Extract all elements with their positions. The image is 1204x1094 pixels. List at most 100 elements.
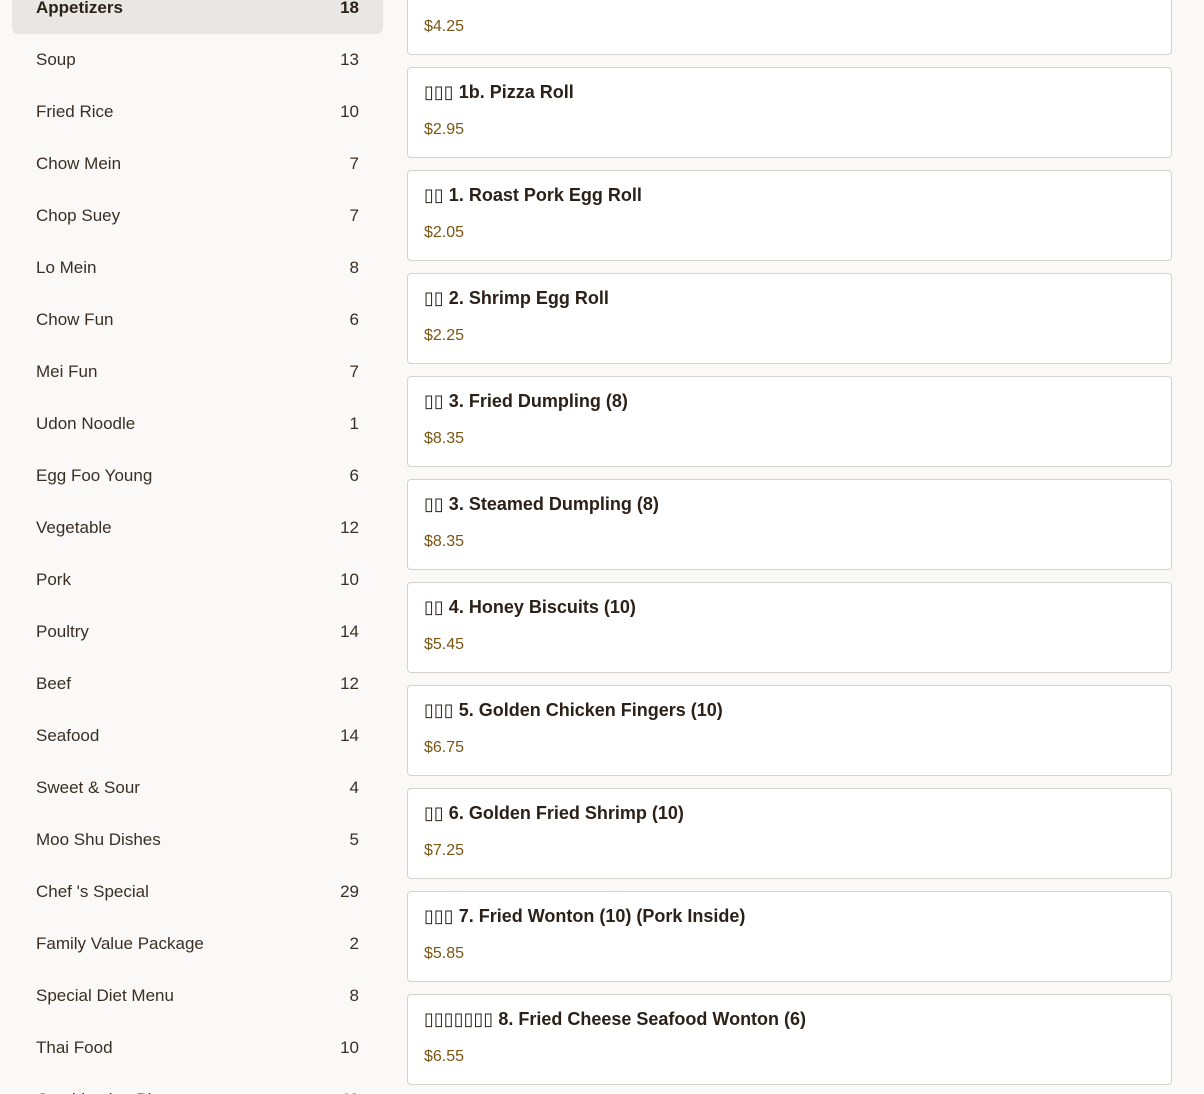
menu-item-price: $5.85 — [424, 945, 465, 962]
category-count: 18 — [340, 0, 359, 17]
menu-item-price: $7.25 — [424, 842, 465, 859]
category-name: Moo Shu Dishes — [36, 830, 161, 849]
category-name: Combination Plate — [36, 1090, 175, 1094]
menu-item-card[interactable]: ▯▯ 3. Steamed Dumpling (8) $8.35 — [407, 479, 1172, 570]
category-count: 10 — [340, 570, 359, 589]
category-count: 7 — [349, 362, 359, 381]
category-count: 5 — [349, 830, 359, 849]
category-name: Udon Noodle — [36, 414, 136, 433]
category-count: 7 — [349, 154, 359, 173]
sidebar-category-item[interactable]: Seafood 14 — [12, 710, 383, 762]
category-name: Poultry — [36, 622, 89, 641]
menu-item-card[interactable]: ▯▯ 2. Shrimp Egg Roll $2.25 — [407, 273, 1172, 364]
menu-item-price: $8.35 — [424, 430, 465, 447]
menu-page: Appetizers 18 Soup 13 Fried Rice 10 Chow Mein 7… — [0, 0, 1204, 1094]
category-count: 42 — [340, 1090, 359, 1094]
category-name: Lo Mein — [36, 258, 97, 277]
menu-item-name: ▯▯▯ 5. Golden Chicken Fingers (10) — [424, 700, 723, 720]
sidebar-category-item[interactable]: Appetizers 18 — [12, 0, 383, 34]
menu-item-card[interactable]: ▯▯▯ 7. Fried Wonton (10) (Pork Inside) $5… — [407, 891, 1172, 982]
sidebar-category-item[interactable]: Egg Foo Young 6 — [12, 450, 383, 502]
menu-item-name: ▯▯ 3. Fried Dumpling (8) — [424, 391, 628, 411]
sidebar-category-item[interactable]: Fried Rice 10 — [12, 86, 383, 138]
menu-item-price: $4.25 — [424, 18, 465, 35]
category-name: Mei Fun — [36, 362, 98, 381]
category-name: Special Diet Menu — [36, 986, 174, 1005]
menu-item-price: $6.55 — [424, 1048, 465, 1065]
category-name: Appetizers — [36, 0, 123, 17]
menu-item-price: $2.05 — [424, 224, 465, 241]
menu-item-name: ▯▯ 3. Steamed Dumpling (8) — [424, 494, 659, 514]
menu-item-card[interactable]: ▯▯ 3. Fried Dumpling (8) $8.35 — [407, 376, 1172, 467]
menu-item-name: ▯▯ 1. Roast Pork Egg Roll — [424, 185, 642, 205]
category-name: Pork — [36, 570, 71, 589]
menu-item-name: ▯▯ 6. Golden Fried Shrimp (10) — [424, 803, 684, 823]
menu-item-name: ▯▯ 2. Shrimp Egg Roll — [424, 288, 609, 308]
sidebar-category-item[interactable]: Thai Food 10 — [12, 1022, 383, 1074]
category-count: 2 — [349, 934, 359, 953]
category-name: Chef 's Special — [36, 882, 149, 901]
category-count: 29 — [340, 882, 359, 901]
sidebar-category-item[interactable]: Vegetable 12 — [12, 502, 383, 554]
category-count: 10 — [340, 102, 359, 121]
menu-item-card[interactable]: ▯▯ 4. Honey Biscuits (10) $5.45 — [407, 582, 1172, 673]
category-name: Sweet & Sour — [36, 778, 140, 797]
category-name: Egg Foo Young — [36, 466, 153, 485]
category-count: 8 — [349, 258, 359, 277]
category-count: 7 — [349, 206, 359, 225]
menu-item-card[interactable]: ▯▯ 6. Golden Fried Shrimp (10) $7.25 — [407, 788, 1172, 879]
sidebar-category-item[interactable]: Lo Mein 8 — [12, 242, 383, 294]
menu-item-name: ▯▯▯ 7. Fried Wonton (10) (Pork Inside) — [424, 906, 746, 926]
menu-item-price: $6.75 — [424, 739, 465, 756]
sidebar-category-item[interactable]: Family Value Package 2 — [12, 918, 383, 970]
menu-item-name: ▯▯▯ 1b. Pizza Roll — [424, 82, 574, 102]
category-name: Chow Mein — [36, 154, 122, 173]
category-name: Thai Food — [36, 1038, 113, 1057]
menu-item-price: $8.35 — [424, 533, 465, 550]
category-count: 6 — [349, 466, 359, 485]
menu-item-card[interactable]: ▯▯ 1. Roast Pork Egg Roll $2.05 — [407, 170, 1172, 261]
category-count: 13 — [340, 50, 359, 69]
menu-item-card[interactable]: ▯▯▯ 5. Golden Chicken Fingers (10) $6.75 — [407, 685, 1172, 776]
sidebar-category-item[interactable]: Poultry 14 — [12, 606, 383, 658]
category-count: 1 — [349, 414, 359, 433]
category-count: 8 — [349, 986, 359, 1005]
category-name: Beef — [36, 674, 71, 693]
sidebar-category-item[interactable]: Combination Plate 42 — [12, 1074, 383, 1094]
sidebar-category-item[interactable]: Soup 13 — [12, 34, 383, 86]
category-count: 10 — [340, 1038, 359, 1057]
category-name: Soup — [36, 50, 76, 69]
category-name: Vegetable — [36, 518, 112, 537]
menu-item-price: $2.95 — [424, 121, 465, 138]
category-count: 12 — [340, 518, 359, 537]
menu-item-card[interactable]: ▯▯▯ 1b. Pizza Roll $2.95 — [407, 67, 1172, 158]
sidebar-category-item[interactable]: Sweet & Sour 4 — [12, 762, 383, 814]
category-count: 6 — [349, 310, 359, 329]
category-count: 14 — [340, 726, 359, 745]
sidebar-category-item[interactable]: Chef 's Special 29 — [12, 866, 383, 918]
menu-item-card[interactable]: ▯▯▯ 1a. Spring Roll (2)$4.25 — [407, 0, 1172, 55]
menu-item-name: ▯▯▯▯▯▯▯ 8. Fried Cheese Seafood Wonton (… — [424, 1009, 807, 1029]
menu-item-price: $2.25 — [424, 327, 465, 344]
category-count: 12 — [340, 674, 359, 693]
category-name: Fried Rice — [36, 102, 114, 121]
category-name: Family Value Package — [36, 934, 204, 953]
menu-item-name: ▯▯ 4. Honey Biscuits (10) — [424, 597, 636, 617]
category-name: Chow Fun — [36, 310, 114, 329]
sidebar-category-item[interactable]: Chow Mein 7 — [12, 138, 383, 190]
menu-item-list: ▯▯▯ 1a. Spring Roll (2)$4.25 ▯▯▯ 1b. Pizz… — [407, 0, 1172, 1094]
category-count: 14 — [340, 622, 359, 641]
sidebar-category-item[interactable]: Udon Noodle 1 — [12, 398, 383, 450]
category-name: Seafood — [36, 726, 100, 745]
sidebar-category-item[interactable]: Beef 12 — [12, 658, 383, 710]
sidebar-category-item[interactable]: Pork 10 — [12, 554, 383, 606]
sidebar-category-item[interactable]: Chop Suey 7 — [12, 190, 383, 242]
category-name: Chop Suey — [36, 206, 121, 225]
sidebar-category-item[interactable]: Moo Shu Dishes 5 — [12, 814, 383, 866]
sidebar-category-item[interactable]: Special Diet Menu 8 — [12, 970, 383, 1022]
category-count: 4 — [349, 778, 359, 797]
menu-item-card[interactable]: ▯▯▯▯▯▯▯ 8. Fried Cheese Seafood Wonton (… — [407, 994, 1172, 1085]
menu-item-price: $5.45 — [424, 636, 465, 653]
sidebar-category-item[interactable]: Mei Fun 7 — [12, 346, 383, 398]
sidebar-category-item[interactable]: Chow Fun 6 — [12, 294, 383, 346]
